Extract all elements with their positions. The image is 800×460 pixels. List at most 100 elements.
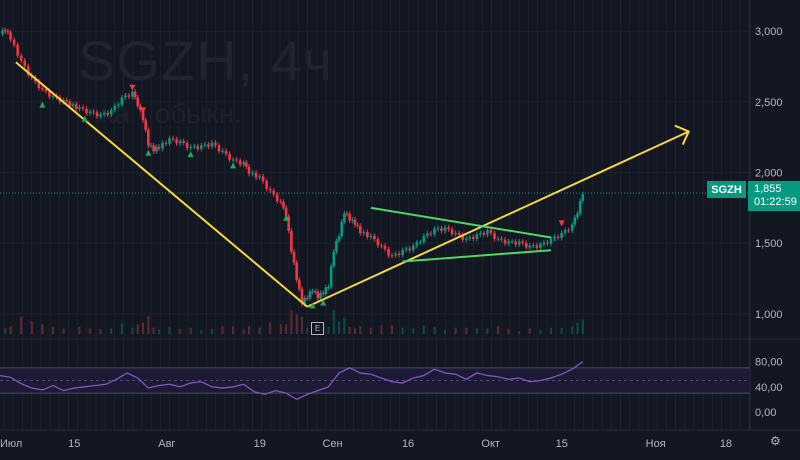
candle-body — [88, 111, 92, 114]
gear-icon[interactable]: ⚙ — [770, 434, 784, 448]
candle-body — [245, 162, 248, 167]
candle-body — [154, 146, 158, 152]
candle-body — [340, 221, 344, 237]
candle-body — [65, 100, 69, 102]
time-axis-label: 15 — [556, 438, 568, 450]
candle-body — [200, 145, 203, 149]
candle-body — [563, 230, 567, 233]
volume-bar — [549, 327, 552, 334]
candle-body — [576, 213, 579, 218]
candle-body — [426, 233, 429, 236]
volume-bar — [258, 327, 261, 334]
candle-body — [514, 241, 517, 245]
candle-body — [479, 232, 482, 235]
volume-bar — [210, 329, 213, 334]
candle-body — [196, 146, 200, 149]
volume-bar — [380, 325, 383, 334]
candle-body — [404, 248, 408, 250]
time-axis-label: 19 — [254, 438, 266, 450]
buy-signal-marker — [145, 149, 152, 156]
volume-bar — [391, 325, 394, 334]
candle-body — [157, 146, 161, 149]
candle-body — [535, 245, 539, 248]
candle-body — [524, 242, 528, 248]
candle-body — [268, 188, 272, 191]
candle-body — [51, 95, 55, 97]
candle-body — [71, 104, 75, 107]
volume-bar — [539, 330, 542, 334]
volume-bar — [78, 326, 81, 334]
volume-bar — [560, 327, 563, 334]
candle-body — [92, 111, 95, 113]
candle-body — [464, 238, 468, 240]
volume-bar — [157, 329, 160, 334]
candle-body — [41, 88, 44, 90]
candle-body — [436, 228, 440, 230]
candle-body — [185, 143, 189, 149]
price-axis-label: 1,000 — [755, 309, 783, 321]
uptrend-line — [306, 130, 690, 308]
volume-bar — [454, 327, 457, 334]
time-axis-label: 18 — [720, 438, 732, 450]
candle-body — [149, 145, 153, 147]
last-price-value: 1,855 — [754, 183, 782, 195]
volume-bar — [401, 327, 404, 334]
volume-bar — [486, 328, 489, 334]
volume-bar — [41, 324, 44, 334]
candle-body — [189, 146, 193, 149]
candle-body — [247, 166, 251, 174]
buy-signal-marker — [187, 151, 194, 158]
volume-bar — [136, 324, 139, 334]
time-axis-label: Ноя — [646, 438, 666, 450]
volume-bar — [507, 329, 510, 334]
candle-body — [136, 97, 140, 107]
candle-body — [475, 234, 479, 239]
volume-bar — [369, 327, 372, 334]
volume-bar — [300, 316, 303, 334]
volume-bar — [332, 310, 335, 334]
volume-bar — [528, 328, 531, 334]
candle-body — [351, 219, 354, 221]
volume-bar — [353, 328, 356, 334]
candle-body — [298, 279, 301, 289]
time-axis-label: Авг — [158, 438, 175, 450]
candle-body — [81, 107, 85, 109]
candle-body — [203, 144, 207, 146]
candle-body — [440, 228, 443, 231]
candle-body — [6, 31, 10, 33]
volume-bar — [9, 326, 12, 334]
candle-body — [106, 112, 110, 115]
candle-body — [369, 235, 373, 238]
candle-body — [133, 91, 137, 98]
volume-bar — [571, 326, 574, 334]
candle-body — [228, 153, 231, 160]
candle-body — [411, 245, 415, 251]
volume-bar — [89, 328, 92, 334]
price-axis-label: 1,500 — [755, 238, 783, 250]
candle-body — [321, 293, 325, 295]
candle-body — [127, 95, 131, 97]
candle-body — [235, 159, 238, 161]
candle-body — [275, 194, 279, 202]
candle-body — [164, 143, 168, 145]
candle-body — [500, 238, 503, 240]
candle-body — [380, 245, 383, 247]
volume-bar — [179, 329, 182, 334]
candle-body — [74, 104, 78, 109]
volume-bar — [295, 314, 298, 334]
price-chart[interactable]: 3,000 2,500 2,000 1,500 1,000 80,00 40,00 0,00 И… — [0, 0, 800, 460]
candle-body — [443, 227, 447, 231]
candle-body — [401, 249, 404, 255]
candle-body — [383, 245, 387, 249]
candle-body — [507, 241, 510, 244]
candle-body — [210, 142, 214, 147]
earnings-event-marker[interactable]: E — [311, 322, 324, 335]
candle-body — [251, 172, 254, 174]
volume-bar — [475, 328, 478, 334]
volume-bar — [581, 319, 584, 334]
time-axis-label: 16 — [402, 438, 414, 450]
candle-body — [337, 236, 341, 241]
candle-body — [493, 232, 496, 239]
candle-body — [549, 238, 553, 244]
candle-body — [390, 255, 394, 257]
